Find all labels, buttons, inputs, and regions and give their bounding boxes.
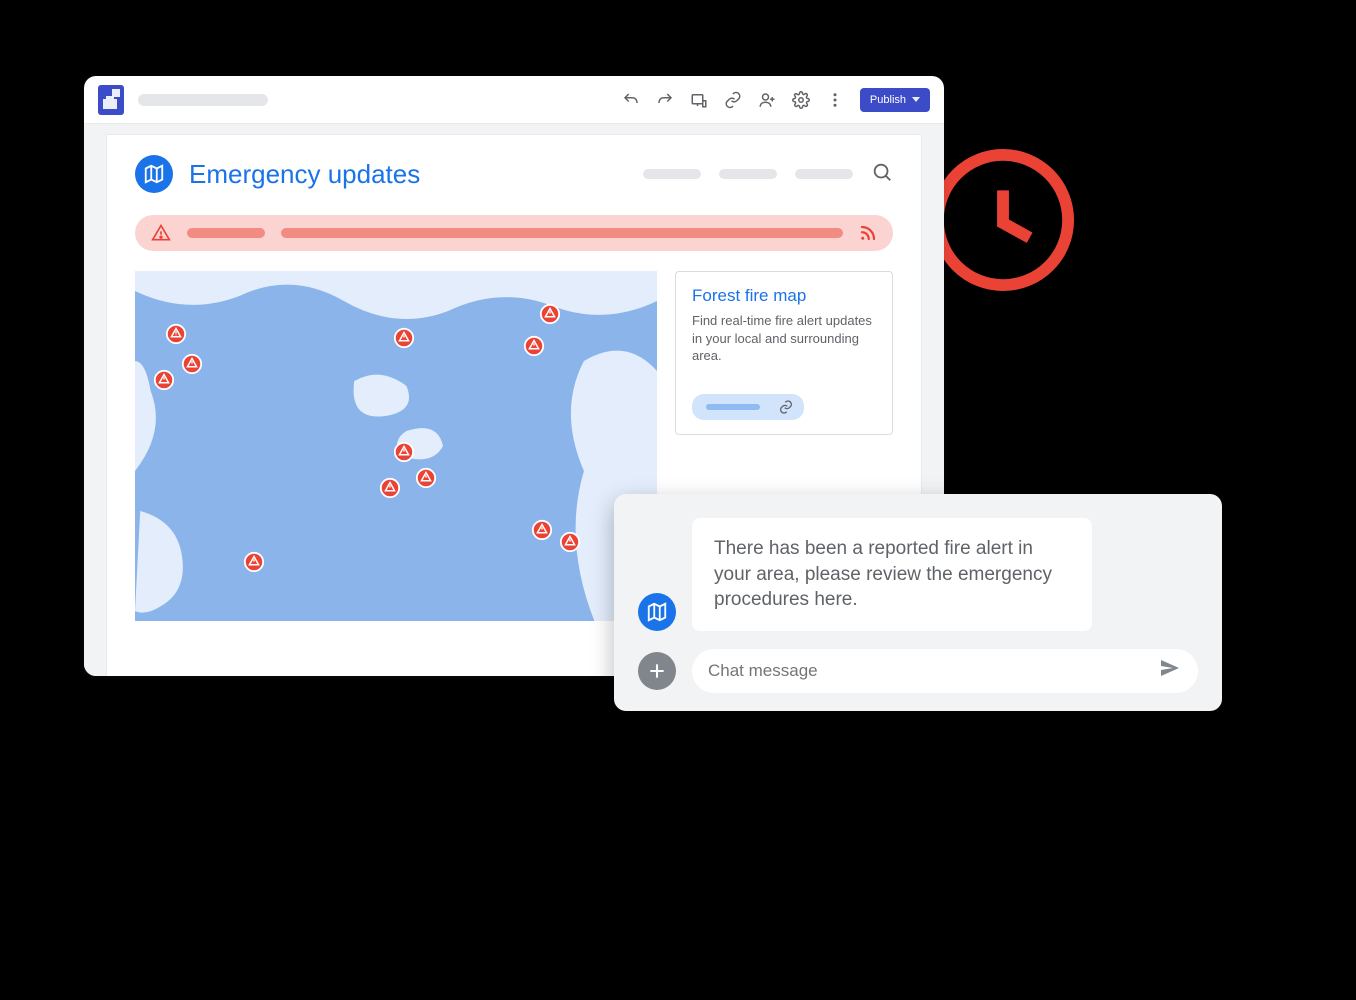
fire-alert-pin[interactable] xyxy=(181,353,203,375)
fire-alert-pin[interactable] xyxy=(393,441,415,463)
info-card-link[interactable] xyxy=(692,394,804,420)
publish-button[interactable]: Publish xyxy=(860,88,930,112)
send-icon[interactable] xyxy=(1158,656,1182,685)
fire-alert-pin[interactable] xyxy=(539,303,561,325)
fire-alert-pin[interactable] xyxy=(523,335,545,357)
map-icon xyxy=(135,155,173,193)
fire-alert-pin[interactable] xyxy=(559,531,581,553)
chat-bot-avatar xyxy=(638,593,676,631)
fire-alert-pin[interactable] xyxy=(393,327,415,349)
preview-icon[interactable] xyxy=(690,91,708,109)
info-card: Forest fire map Find real-time fire aler… xyxy=(675,271,893,435)
chat-input-field[interactable] xyxy=(708,661,1158,681)
fire-map[interactable] xyxy=(135,271,657,621)
link-text-placeholder xyxy=(706,404,760,410)
nav-item-placeholder[interactable] xyxy=(795,169,853,179)
alert-banner xyxy=(135,215,893,251)
chevron-down-icon xyxy=(912,97,920,102)
alert-text-placeholder xyxy=(281,228,843,238)
link-icon xyxy=(778,399,794,415)
warning-triangle-icon xyxy=(151,223,171,243)
add-attachment-button[interactable] xyxy=(638,652,676,690)
fire-alert-pin[interactable] xyxy=(165,323,187,345)
search-icon[interactable] xyxy=(871,161,893,188)
redo-icon[interactable] xyxy=(656,91,674,109)
publish-button-label: Publish xyxy=(870,94,906,106)
settings-gear-icon[interactable] xyxy=(792,91,810,109)
chat-message-text: There has been a reported fire alert in … xyxy=(714,538,1052,610)
nav-item-placeholder[interactable] xyxy=(643,169,701,179)
info-card-title: Forest fire map xyxy=(692,286,876,306)
fire-alert-pin[interactable] xyxy=(531,519,553,541)
clock-decoration xyxy=(929,146,1077,294)
editor-toolbar: Publish xyxy=(84,76,944,124)
chat-card: There has been a reported fire alert in … xyxy=(614,494,1222,711)
page-title: Emergency updates xyxy=(189,159,420,190)
sites-app-icon xyxy=(98,85,124,115)
link-icon[interactable] xyxy=(724,91,742,109)
chat-message-bubble: There has been a reported fire alert in … xyxy=(692,518,1092,631)
chat-input[interactable] xyxy=(692,649,1198,693)
more-vert-icon[interactable] xyxy=(826,91,844,109)
nav-item-placeholder[interactable] xyxy=(719,169,777,179)
fire-alert-pin[interactable] xyxy=(415,467,437,489)
fire-alert-pin[interactable] xyxy=(153,369,175,391)
info-card-body: Find real-time fire alert updates in you… xyxy=(692,312,876,365)
fire-alert-pin[interactable] xyxy=(379,477,401,499)
fire-alert-pin[interactable] xyxy=(243,551,265,573)
site-name-placeholder xyxy=(138,94,268,106)
site-header: Emergency updates xyxy=(107,135,921,207)
rss-icon[interactable] xyxy=(859,224,877,242)
share-icon[interactable] xyxy=(758,91,776,109)
alert-text-placeholder xyxy=(187,228,265,238)
undo-icon[interactable] xyxy=(622,91,640,109)
